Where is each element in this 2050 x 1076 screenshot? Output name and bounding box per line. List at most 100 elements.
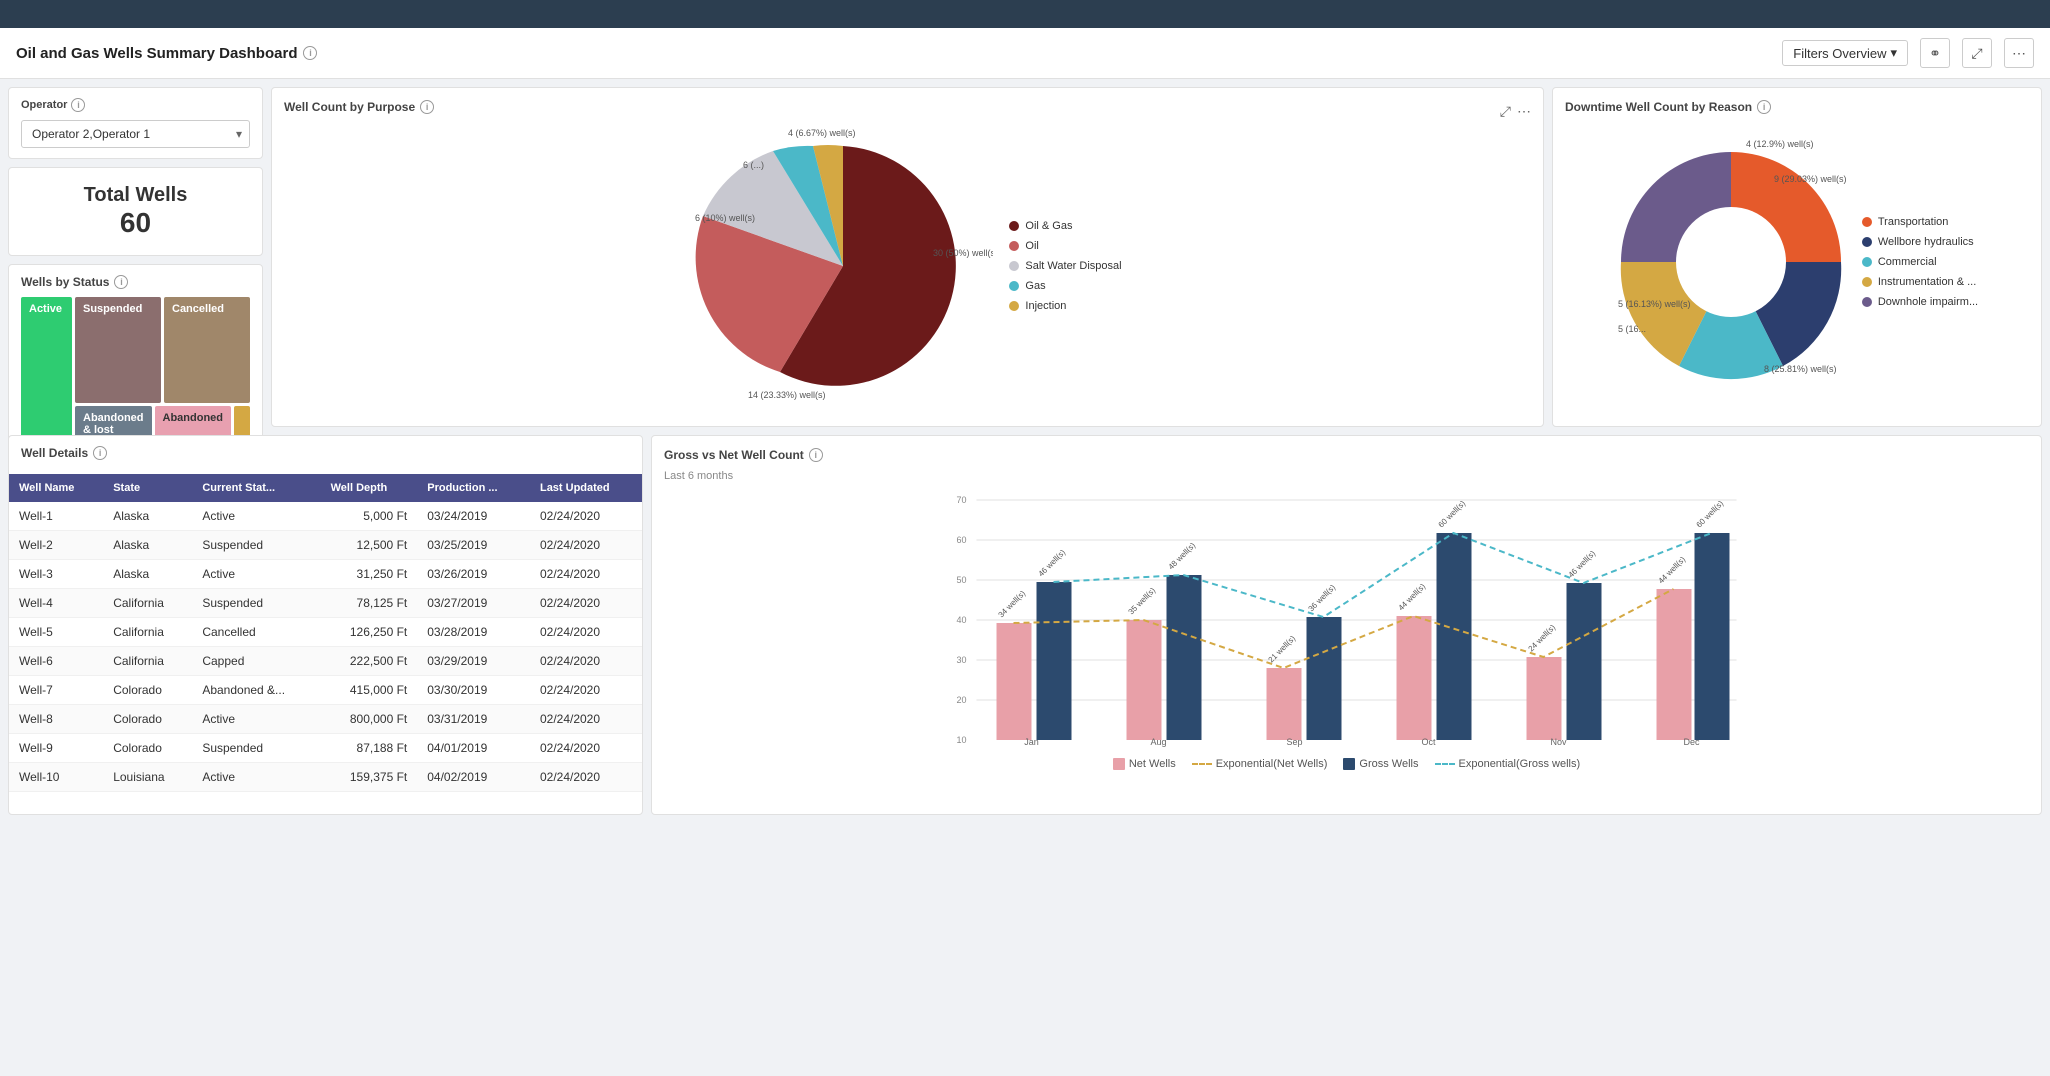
legend-label-downhole: Downhole impairm... [1878,296,1978,308]
col-state[interactable]: State [103,474,192,502]
treemap-cancelled[interactable]: Cancelled [164,297,250,403]
pie-label-oil: 14 (23.33%) well(s) [748,390,826,400]
donut-label-instr: 5 (16... [1618,324,1646,334]
total-wells-panel: Total Wells 60 [8,167,263,256]
legend-transportation: Transportation [1862,216,1978,228]
cell-updated: 02/24/2020 [530,502,642,531]
cell-depth: 87,188 Ft [321,734,418,763]
svg-text:60: 60 [956,535,966,545]
cell-status: Active [192,763,320,792]
col-current-status[interactable]: Current Stat... [192,474,320,502]
cell-state: Colorado [103,705,192,734]
cell-well-name: Well-10 [9,763,103,792]
legend-downhole: Downhole impairm... [1862,296,1978,308]
table-row[interactable]: Well-7 Colorado Abandoned &... 415,000 F… [9,676,642,705]
table-row[interactable]: Well-3 Alaska Active 31,250 Ft 03/26/201… [9,560,642,589]
legend-label-commercial: Commercial [1878,256,1937,268]
legend-exp-net: Exponential(Net Wells) [1192,758,1328,770]
label-dec-month: Dec [1683,737,1700,747]
bar-oct-net [1397,616,1432,740]
table-row[interactable]: Well-8 Colorado Active 800,000 Ft 03/31/… [9,705,642,734]
operator-select[interactable]: Operator 2,Operator 1 [21,120,250,148]
table-row[interactable]: Well-1 Alaska Active 5,000 Ft 03/24/2019… [9,502,642,531]
table-row[interactable]: Well-10 Louisiana Active 159,375 Ft 04/0… [9,763,642,792]
label-jan-gross: 46 well(s) [1037,548,1068,579]
label-oct-net: 44 well(s) [1397,582,1428,613]
table-row[interactable]: Well-9 Colorado Suspended 87,188 Ft 04/0… [9,734,642,763]
well-count-actions: ⤢ ⋯ [1500,103,1531,120]
col-well-name[interactable]: Well Name [9,474,103,502]
operator-info-icon[interactable]: i [71,98,85,112]
donut-label-transport: 9 (29.03%) well(s) [1774,174,1846,184]
col-well-depth[interactable]: Well Depth [321,474,418,502]
label-nov-month: Nov [1550,737,1567,747]
table-row[interactable]: Well-2 Alaska Suspended 12,500 Ft 03/25/… [9,531,642,560]
cell-updated: 02/24/2020 [530,560,642,589]
sync-button[interactable]: ⚭ [1920,38,1950,68]
expand-button[interactable]: ⤢ [1962,38,1992,68]
bar-aug-gross [1167,575,1202,740]
title-info-icon[interactable]: i [303,46,317,60]
more-chart-icon[interactable]: ⋯ [1517,103,1531,120]
well-count-info-icon[interactable]: i [420,100,434,114]
operator-label: Operator i [21,98,250,112]
cell-status: Abandoned &... [192,676,320,705]
cell-production: 04/02/2019 [417,763,530,792]
operator-label-text: Operator [21,99,67,111]
legend-label-wellbore: Wellbore hydraulics [1878,236,1974,248]
well-details-panel: Well Details i Well Name State Current S… [8,435,643,815]
svg-text:70: 70 [956,495,966,505]
more-options-button[interactable]: ⋯ [2004,38,2034,68]
well-details-info-icon[interactable]: i [93,446,107,460]
cell-status: Cancelled [192,618,320,647]
legend-salt: Salt Water Disposal [1009,260,1121,272]
bar-jan-net [997,623,1032,740]
label-aug-month: Aug [1150,737,1166,747]
well-details-title-text: Well Details [21,446,88,460]
pie-label-salt: 6 (10%) well(s) [695,213,755,223]
label-sep-month: Sep [1286,737,1302,747]
chevron-down-icon: ▾ [1890,45,1897,61]
cell-well-name: Well-5 [9,618,103,647]
left-panel: Operator i Operator 2,Operator 1 Total W… [8,87,263,427]
treemap-suspended[interactable]: Suspended [75,297,161,403]
table-row[interactable]: Well-4 California Suspended 78,125 Ft 03… [9,589,642,618]
legend-gas: Gas [1009,280,1121,292]
legend-injection: Injection [1009,300,1121,312]
col-production[interactable]: Production ... [417,474,530,502]
main-content: Operator i Operator 2,Operator 1 Total W… [0,79,2050,823]
gross-vs-net-info-icon[interactable]: i [809,448,823,462]
pie-chart-container: 30 (50%) well(s) 14 (23.33%) well(s) 6 (… [284,126,1531,406]
header-right: Filters Overview ▾ ⚭ ⤢ ⋯ [1782,38,2034,68]
well-details-table-container[interactable]: Well Name State Current Stat... Well Dep… [9,474,642,804]
cell-status: Suspended [192,734,320,763]
cell-updated: 02/24/2020 [530,705,642,734]
legend-label-oil: Oil [1025,240,1038,252]
bar-jan-gross [1037,582,1072,740]
label-dec-net: 44 well(s) [1657,555,1688,586]
donut-center [1676,207,1786,317]
legend-dot-wellbore [1862,237,1872,247]
col-last-updated[interactable]: Last Updated [530,474,642,502]
bar-oct-gross [1437,533,1472,740]
label-nov-net: 24 well(s) [1527,623,1558,654]
well-count-by-purpose-panel: Well Count by Purpose i ⤢ ⋯ [271,87,1544,427]
bar-chart-area: 70 60 50 40 30 20 10 34 well(s) 46 well(… [664,490,2029,750]
wells-status-info-icon[interactable]: i [114,275,128,289]
table-header: Well Name State Current Stat... Well Dep… [9,474,642,502]
label-sep-gross: 36 well(s) [1307,583,1338,614]
filters-overview-button[interactable]: Filters Overview ▾ [1782,40,1908,66]
svg-text:20: 20 [956,695,966,705]
cell-well-name: Well-6 [9,647,103,676]
cell-updated: 02/24/2020 [530,734,642,763]
cell-updated: 02/24/2020 [530,676,642,705]
cell-state: Colorado [103,676,192,705]
expand-chart-icon[interactable]: ⤢ [1500,103,1511,120]
cell-state: Louisiana [103,763,192,792]
downtime-info-icon[interactable]: i [1757,100,1771,114]
total-wells-count: 60 [120,207,151,239]
cell-well-name: Well-3 [9,560,103,589]
table-row[interactable]: Well-5 California Cancelled 126,250 Ft 0… [9,618,642,647]
table-row[interactable]: Well-6 California Capped 222,500 Ft 03/2… [9,647,642,676]
legend-label-oil-gas: Oil & Gas [1025,220,1072,232]
